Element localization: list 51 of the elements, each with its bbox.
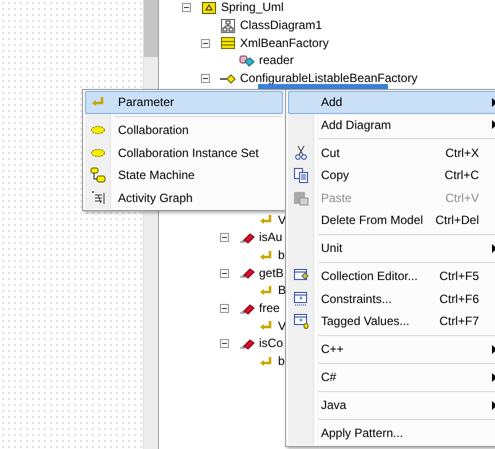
tree-item[interactable]: V — [277, 212, 288, 228]
tree-item[interactable]: V — [277, 318, 288, 334]
collapse-toggle[interactable] — [182, 3, 191, 12]
collapse-toggle[interactable] — [220, 339, 229, 348]
tree-item[interactable]: getB — [258, 266, 285, 281]
tagged-values-icon — [293, 313, 309, 330]
menu-item[interactable]: Cut Ctrl+X — [288, 142, 495, 164]
tree-item[interactable]: B — [277, 283, 288, 298]
menu-item[interactable]: Activity Graph — [85, 186, 283, 209]
tree-item[interactable]: isAu — [258, 230, 284, 246]
menu-item[interactable]: Apply Pattern... — [288, 422, 495, 444]
menu-item[interactable]: Collection Editor... Ctrl+F5 — [288, 265, 495, 288]
menu-item[interactable]: Unit — [288, 237, 495, 260]
scrollbar-thumb[interactable] — [144, 0, 158, 57]
activity-graph-icon — [90, 190, 106, 206]
scissors-icon — [293, 144, 309, 161]
tree-item[interactable]: ConfigurableListableBeanFactory — [239, 71, 418, 86]
collapse-toggle[interactable] — [201, 38, 210, 48]
class-icon — [220, 35, 236, 52]
menu-item[interactable]: Delete From Model Ctrl+Del — [288, 209, 495, 232]
tree-item[interactable]: b — [277, 248, 286, 264]
menu-item[interactable]: C# — [288, 366, 495, 388]
tree-item[interactable]: XmlBeanFactory — [239, 36, 330, 51]
tree-item[interactable]: ClassDiagram1 — [239, 18, 324, 34]
state-machine-icon — [90, 167, 106, 184]
constraints-icon — [293, 290, 309, 307]
tree-item[interactable]: Spring_Uml — [220, 0, 285, 16]
collapse-toggle[interactable] — [220, 304, 229, 314]
menu-item[interactable]: Constraints... Ctrl+F6 — [288, 288, 495, 310]
tree-item[interactable]: free — [258, 301, 281, 316]
paste-icon — [293, 190, 309, 206]
attribute-icon — [239, 52, 255, 69]
collapse-toggle[interactable] — [220, 233, 229, 242]
menu-item[interactable]: Add Diagram — [288, 114, 495, 136]
menu-item[interactable]: C++ — [288, 338, 495, 360]
menu-item[interactable]: Tagged Values... Ctrl+F7 — [288, 310, 495, 332]
menu-item[interactable]: State Machine — [85, 164, 283, 186]
menu-item[interactable]: Collaboration — [85, 119, 283, 142]
tree-item[interactable]: isCo — [258, 336, 284, 352]
tree-item[interactable]: reader — [258, 53, 295, 68]
collapse-toggle[interactable] — [220, 268, 229, 278]
collapse-toggle[interactable] — [201, 74, 210, 84]
tree-item[interactable]: b — [277, 354, 286, 370]
diagram-icon — [220, 18, 236, 34]
copy-icon — [293, 167, 309, 184]
menu-item[interactable]: Java — [288, 394, 495, 416]
menu-item[interactable]: Parameter — [85, 91, 283, 114]
package-icon — [201, 0, 217, 16]
menu-item[interactable]: Add — [288, 91, 495, 114]
menu-item[interactable]: Copy Ctrl+C — [288, 164, 495, 186]
menu-item[interactable]: Collaboration Instance Set — [85, 142, 283, 164]
